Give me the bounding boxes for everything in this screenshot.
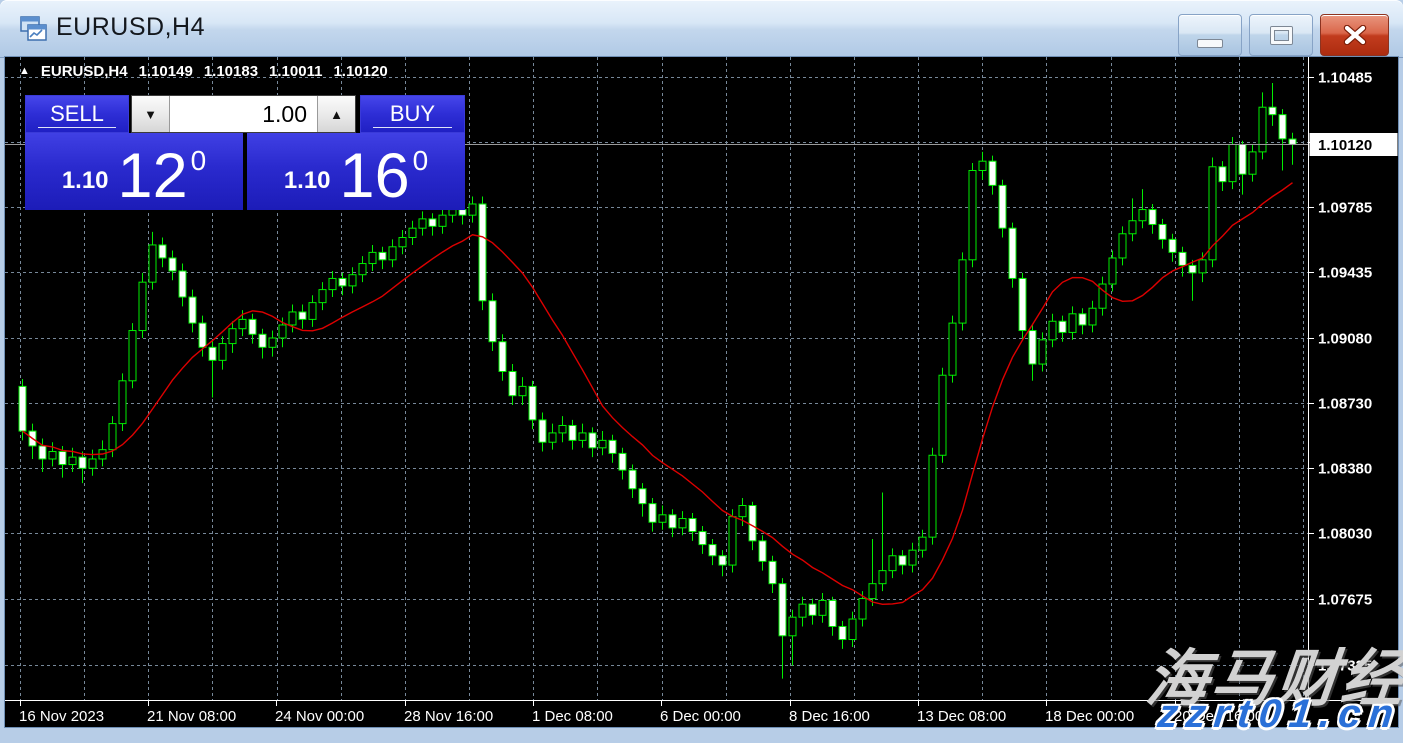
svg-text:13 Dec 08:00: 13 Dec 08:00 — [917, 708, 1006, 725]
svg-text:24 Nov 00:00: 24 Nov 00:00 — [275, 708, 364, 725]
mt4-chart-window: { "window": { "title": "EURUSD,H4", "con… — [0, 0, 1403, 743]
svg-text:8 Dec 16:00: 8 Dec 16:00 — [789, 708, 870, 725]
header-high: 1.10183 — [204, 63, 258, 80]
sell-price-sup: 0 — [191, 145, 207, 177]
window-controls — [1178, 14, 1389, 56]
volume-input[interactable] — [170, 96, 317, 132]
window-titlebar[interactable]: EURUSD,H4 — [0, 0, 1403, 58]
svg-text:1.07675: 1.07675 — [1318, 592, 1372, 609]
svg-text:1.08730: 1.08730 — [1318, 396, 1372, 413]
ohlc-header: ▲ EURUSD,H4 1.10149 1.10183 1.10011 1.10… — [19, 63, 388, 80]
header-open: 1.10149 — [139, 63, 193, 80]
buy-button[interactable]: BUY — [360, 95, 465, 133]
sell-price-display[interactable]: 1.10 12 0 — [25, 133, 243, 210]
collapse-arrow-icon[interactable]: ▲ — [19, 65, 30, 77]
close-button[interactable] — [1320, 14, 1389, 56]
sell-price-small: 1.10 — [62, 167, 109, 195]
buy-price-small: 1.10 — [284, 167, 331, 195]
restore-button[interactable] — [1249, 14, 1313, 56]
time-axis[interactable]: 16 Nov 2023 21 Nov 08:00 24 Nov 00:00 28 No… — [19, 700, 1263, 725]
svg-text:1.09785: 1.09785 — [1318, 200, 1372, 217]
svg-text:1.08030: 1.08030 — [1318, 526, 1372, 543]
header-low: 1.10011 — [269, 63, 322, 80]
buy-price-sup: 0 — [413, 145, 429, 177]
svg-text:1.09435: 1.09435 — [1318, 265, 1372, 282]
close-icon — [1343, 25, 1367, 45]
price-axis[interactable]: 1.10485 1.09785 1.09435 1.09080 1.08730 1.083… — [1308, 70, 1398, 675]
one-click-trading-panel: SELL ▼ ▲ BUY 1.10 12 0 1.10 16 0 — [25, 95, 465, 210]
svg-text:28 Nov 16:00: 28 Nov 16:00 — [404, 708, 493, 725]
trade-panel-prices: 1.10 12 0 1.10 16 0 — [25, 133, 465, 210]
header-close: 1.10120 — [333, 63, 387, 80]
chart-area: 1.10485 1.09785 1.09435 1.09080 1.08730 1.083… — [5, 57, 1398, 727]
volume-increase-button[interactable]: ▲ — [317, 96, 355, 132]
sell-button[interactable]: SELL — [25, 95, 129, 133]
svg-text:21 Nov 08:00: 21 Nov 08:00 — [147, 708, 236, 725]
svg-text:1.08380: 1.08380 — [1318, 461, 1372, 478]
minimize-icon — [1198, 40, 1222, 47]
window-title: EURUSD,H4 — [56, 13, 205, 42]
restore-icon — [1271, 27, 1292, 44]
volume-control: ▼ ▲ — [131, 95, 356, 133]
svg-text:6 Dec 00:00: 6 Dec 00:00 — [660, 708, 741, 725]
svg-text:18 Dec 00:00: 18 Dec 00:00 — [1045, 708, 1134, 725]
trade-panel-top-row: SELL ▼ ▲ BUY — [25, 95, 465, 133]
svg-text:16 Nov 2023: 16 Nov 2023 — [19, 708, 104, 725]
header-symbol: EURUSD,H4 — [41, 63, 128, 80]
svg-text:1.10485: 1.10485 — [1318, 70, 1372, 87]
minimize-button[interactable] — [1178, 14, 1242, 56]
svg-text:1.09080: 1.09080 — [1318, 331, 1372, 348]
buy-price-display[interactable]: 1.10 16 0 — [247, 133, 465, 210]
svg-text:1.10120: 1.10120 — [1318, 137, 1372, 154]
spin-up-icon: ▲ — [330, 107, 343, 122]
chart-window-icon[interactable] — [20, 16, 47, 41]
svg-text:1 Dec 08:00: 1 Dec 08:00 — [532, 708, 613, 725]
buy-price-big: 16 — [340, 151, 410, 203]
sell-price-big: 12 — [118, 151, 188, 203]
spin-down-icon: ▼ — [144, 107, 157, 122]
watermark-url: zzrt01.cn — [1155, 692, 1403, 737]
volume-decrease-button[interactable]: ▼ — [132, 96, 170, 132]
